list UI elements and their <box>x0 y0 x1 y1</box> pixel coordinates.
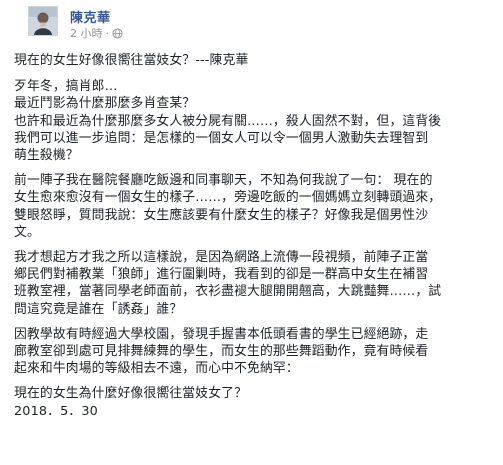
post-paragraph: 現在的女生為什麼好像很嚮往當妓女了？ 2018．5．30 <box>14 385 496 419</box>
text-line: 鄉民們對補教業「狼師」進行圍剿時，我看到的卻是一群高中女生在補習 <box>14 267 429 283</box>
text-line: 問這究竟是誰在「誘姦」誰？ <box>14 301 183 317</box>
text-line: 最近鬥影為什麼那麼多肖查某？ <box>14 96 196 112</box>
post-paragraph: 歹年冬，搞肖郎… 最近鬥影為什麼那麼多肖查某？ 也許和最近為什麼那麼多女人被分屍… <box>14 78 496 164</box>
post-title-text: 現在的女生好像很嚮往當妓女？---陳克華 <box>14 53 249 68</box>
post-title: 現在的女生好像很嚮往當妓女？---陳克華 <box>14 52 496 69</box>
text-line: 也許和最近為什麼那麼多女人被分屍有關……，殺人固然不對，但，這背後 <box>14 113 442 129</box>
text-line: 廊教室卻到處可見排舞練舞的學生，而女生的那些舞蹈動作，竟有時候看 <box>14 344 429 360</box>
meta-separator: · <box>105 26 110 40</box>
post-body: 現在的女生好像很嚮往當妓女？---陳克華 歹年冬，搞肖郎… 最近鬥影為什麼那麼多… <box>14 52 496 428</box>
text-line: 我們可以進一步追問：是怎樣的一個女人可以令一個男人激動失去理智到 <box>14 130 429 146</box>
facebook-post: 陳克華 2 小時 · 現在的女生好像很嚮往當妓女？---陳克華 歹年冬，搞肖郎…… <box>0 0 503 465</box>
post-paragraph: 前一陣子我在醫院餐廳吃飯邊和同事聊天，不知為何我說了一句： 現在的 女生愈來愈沒… <box>14 172 496 241</box>
text-line: 我才想起方才我之所以這樣說，是因為網路上流傳一段視頻，前陣子正當 <box>14 250 429 266</box>
post-paragraph: 因教學故有時經過大學校園，發現手握書本低頭看書的學生已經絕跡，走 廊教室卻到處可… <box>14 326 496 378</box>
avatar[interactable] <box>28 6 58 36</box>
post-date: 2018．5．30 <box>14 403 98 419</box>
text-line: 現在的女生為什麼好像很嚮往當妓女了？ <box>14 386 248 402</box>
post-header: 陳克華 2 小時 · <box>12 0 495 42</box>
text-line: 起來和牛肉場的等級相去不遠，而心中不免納罕： <box>14 361 299 377</box>
author-name[interactable]: 陳克華 <box>70 7 111 26</box>
text-line: 因教學故有時經過大學校園，發現手握書本低頭看書的學生已經絕跡，走 <box>14 326 429 342</box>
post-paragraph: 我才想起方才我之所以這樣說，是因為網路上流傳一段視頻，前陣子正當 鄉民們對補教業… <box>14 249 496 318</box>
text-line: 萌生殺機？ <box>14 148 79 164</box>
text-line: 文。 <box>14 224 40 240</box>
text-line: 前一陣子我在醫院餐廳吃飯邊和同事聊天，不知為何我說了一句： 現在的 <box>14 173 433 189</box>
post-timestamp[interactable]: 2 小時 <box>70 25 103 41</box>
text-line: 雙眼怒睜，質問我說：女生應該要有什麼女生的樣子？好像我是個男性沙 <box>14 207 429 223</box>
post-meta: 2 小時 · <box>70 25 123 41</box>
text-line: 女生愈來愈沒有一個女生的樣子……，旁邊吃飯的一個媽媽立刻轉頭過來， <box>14 190 442 206</box>
globe-icon[interactable] <box>112 27 123 39</box>
text-line: 歹年冬，搞肖郎… <box>14 79 118 95</box>
text-line: 班教室裡，當著同學老師面前，衣衫盡褪大腿開開翹高，大跳豔舞……，試 <box>14 284 442 300</box>
avatar-image <box>29 7 57 35</box>
